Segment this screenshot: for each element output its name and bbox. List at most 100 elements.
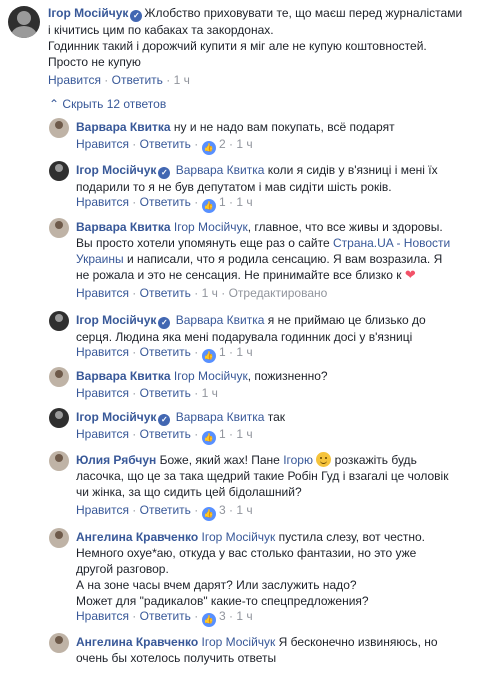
comment-text-line: коли я сидів у в'язниці і мені їх [267,163,438,177]
comment-author[interactable]: Юлия Рябчун [76,453,156,467]
timestamp[interactable]: 1 ч [236,503,252,517]
like-button[interactable]: Нравится [76,503,129,517]
avatar[interactable] [49,311,69,331]
reply-button[interactable]: Ответить [140,427,191,441]
comment-text-line: очень бы хотелось получить ответы [76,651,277,665]
verified-badge-icon: ✓ [130,10,143,22]
reply-button[interactable]: Ответить [140,195,191,209]
reply-button[interactable]: Ответить [140,137,191,151]
site-link[interactable]: Страна.UA - Новости [333,236,450,250]
comment-text-line: А на зоне часы вчем дарят? Или заслужить… [76,578,357,592]
avatar[interactable] [49,633,69,653]
heart-icon: ❤ [404,267,416,282]
timestamp[interactable]: 1 ч [202,286,218,300]
timestamp[interactable]: 1 ч [236,427,252,441]
like-button[interactable]: Нравится [76,427,129,441]
comment-author[interactable]: Варвара Квитка [76,120,171,134]
timestamp[interactable]: 1 ч [174,73,190,87]
comment-body: Ігор Мосійчук ✓ Варвара Квитка так [76,409,486,426]
comment-text-line: Просто не купую [48,55,141,69]
reply-button[interactable]: Ответить [112,73,163,87]
mention-link[interactable]: Варвара Квитка [176,163,265,177]
comment-author[interactable]: Ігор Мосійчук [48,6,128,20]
comment-text-line: подарили то я не був депутатом і мав сид… [76,180,392,194]
mention-link[interactable]: Ігор Мосійчук [174,369,248,383]
edited-label[interactable]: Отредактировано [229,286,328,300]
reply-button[interactable]: Ответить [140,345,191,359]
like-button[interactable]: Нравится [76,609,129,623]
reply-button[interactable]: Ответить [140,286,191,300]
comment-body: Ігор Мосійчук ✓ Жлобство приховувати те, щ… [48,5,488,70]
avatar[interactable] [49,118,69,138]
like-count[interactable]: 1 [219,195,226,209]
comment-author[interactable]: Ігор Мосійчук [76,163,156,177]
like-count[interactable]: 1 [219,345,226,359]
like-button[interactable]: Нравится [76,345,129,359]
comment-text-line: , главное, что все живы и здоровы. [247,220,443,234]
comment-body: Ангелина Кравченко Ігор Мосійчук Я беско… [76,634,486,666]
comment-body: Ангелина Кравченко Ігор Мосійчук пустила… [76,529,486,609]
hide-replies-button[interactable]: ⌃ Скрыть 12 ответов [49,97,166,111]
top-comment: Ігор Мосійчук ✓ Жлобство приховувати те, щ… [0,0,496,95]
comment-actions: Нравится · Ответить · 👍 1 · 1 ч [76,427,253,445]
comment-author[interactable]: Варвара Квитка [76,220,171,234]
comment-actions: Нравится · Ответить · 👍 1 · 1 ч [76,345,253,363]
like-count[interactable]: 3 [219,503,226,517]
avatar[interactable] [49,408,69,428]
like-button[interactable]: Нравится [48,73,101,87]
comment-text-line: , пожизненно? [247,369,328,383]
avatar[interactable] [49,451,69,471]
reply-button[interactable]: Ответить [140,386,191,400]
comment-text-line: Может для "радикалов" какие-то спецпредл… [76,594,369,608]
comment-text-line: розкажіть будь [334,453,417,467]
site-link[interactable]: Украины [76,252,124,266]
mention-link[interactable]: Ігорю [283,453,313,467]
like-count[interactable]: 3 [219,609,226,623]
verified-badge-icon: ✓ [158,317,171,329]
comment-author[interactable]: Варвара Квитка [76,369,171,383]
avatar[interactable] [49,161,69,181]
comment-author[interactable]: Ігор Мосійчук [76,410,156,424]
mention-link[interactable]: Варвара Квитка [176,410,265,424]
comment-text-line: і кічитись цим по кабаках та закордонах. [48,23,274,37]
comment-text-line: Боже, який жах! Пане [159,453,284,467]
comment-body: Варвара Квитка ну и не надо вам покупать… [76,119,486,135]
comment-author[interactable]: Ангелина Кравченко [76,530,198,544]
mention-link[interactable]: Ігор Мосійчук [174,220,248,234]
comment-actions: Нравится · Ответить · 1 ч [76,386,218,400]
mention-link[interactable]: Варвара Квитка [176,313,265,327]
avatar[interactable] [49,218,69,238]
timestamp[interactable]: 1 ч [236,137,252,151]
smile-icon [316,452,332,467]
reply-button[interactable]: Ответить [140,609,191,623]
avatar[interactable] [49,528,69,548]
comment-author[interactable]: Ангелина Кравченко [76,635,198,649]
comment-text-line: ну и не надо вам покупать, всё подарят [173,120,395,134]
timestamp[interactable]: 1 ч [236,345,252,359]
comment-text-line: пустила слезу, вот честно. [278,530,426,544]
like-button[interactable]: Нравится [76,386,129,400]
comment-actions: Нравится · Ответить · 1 ч [48,73,190,87]
mention-link[interactable]: Ігор Мосійчук [202,530,276,544]
timestamp[interactable]: 1 ч [202,386,218,400]
like-button[interactable]: Нравится [76,195,129,209]
comment-actions: Нравится · Ответить · 👍 2 · 1 ч [76,137,253,155]
avatar[interactable] [49,367,69,387]
like-button[interactable]: Нравится [76,286,129,300]
timestamp[interactable]: 1 ч [236,609,252,623]
comment-body: Юлия Рябчун Боже, який жах! Пане Ігорю р… [76,452,486,500]
comment-actions: Нравится · Ответить · 1 ч · Отредактиров… [76,286,328,300]
like-button[interactable]: Нравится [76,137,129,151]
timestamp[interactable]: 1 ч [236,195,252,209]
comment-text-line: Годинник такий і дорожчий купити я міг а… [48,39,427,53]
thumbs-up-icon: 👍 [201,349,216,363]
comment-actions: Нравится · Ответить · 👍 3 · 1 ч [76,609,253,627]
mention-link[interactable]: Ігор Мосійчук [202,635,276,649]
reply-button[interactable]: Ответить [140,503,191,517]
comment-text-line: я не приймаю це близько до [267,313,426,327]
like-count[interactable]: 2 [219,137,226,151]
avatar[interactable] [8,6,40,38]
like-count[interactable]: 1 [219,427,226,441]
comment-text-line: Немного охуе*аю, откуда у вас столько фа… [76,546,417,560]
comment-author[interactable]: Ігор Мосійчук [76,313,156,327]
